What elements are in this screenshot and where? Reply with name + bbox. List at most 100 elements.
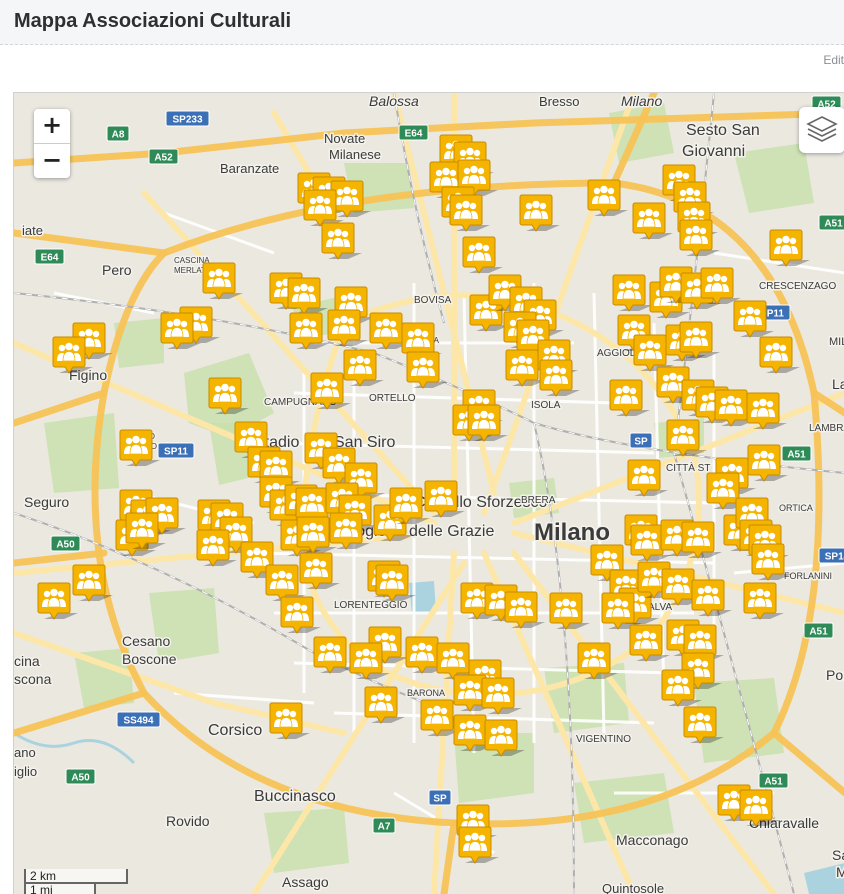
road-shield-label: A50	[71, 773, 90, 784]
road-shield-label: A7	[378, 822, 391, 833]
map-label: scona	[14, 671, 52, 687]
scale-imperial: 1 mi	[24, 882, 96, 894]
road-shield: E64	[398, 124, 429, 141]
road-shield-label: A51	[787, 450, 806, 461]
road-shield-label: E64	[41, 253, 59, 264]
map-label: BARONA	[407, 688, 445, 698]
map-label: Quintosole	[602, 881, 664, 894]
road-shield-label: SP233	[172, 115, 202, 126]
road-shield: A51	[781, 445, 812, 462]
map-label: VIGENTINO	[576, 734, 631, 745]
map-label: Cesano	[122, 633, 170, 649]
zoom-out-button[interactable]: −	[34, 144, 70, 178]
road-shield: A7	[372, 817, 396, 834]
map-label: MILA	[829, 336, 844, 348]
map-label: ORTICA	[779, 503, 813, 513]
map-label: ano	[14, 745, 36, 760]
association-marker[interactable]	[462, 236, 503, 274]
road-shield: SP	[629, 432, 653, 449]
association-marker[interactable]	[321, 222, 362, 260]
map-label: ISOLA	[531, 400, 561, 411]
map-label: LAMBRATE	[809, 423, 844, 434]
association-marker[interactable]	[280, 596, 321, 634]
map-label: FORLANINI	[784, 571, 832, 581]
road-shield: SP14	[818, 547, 844, 564]
road-shield: A51	[818, 214, 844, 231]
map-label: BOVISA	[414, 295, 452, 306]
association-marker[interactable]	[743, 582, 784, 620]
road-shield: SP233	[165, 110, 210, 127]
road-shield: A8	[106, 125, 130, 142]
map-label: Baranzate	[220, 161, 279, 176]
association-marker[interactable]	[37, 582, 78, 620]
page-title: Mappa Associazioni Culturali	[14, 10, 292, 32]
association-marker[interactable]	[746, 392, 787, 430]
map-label: iglio	[14, 764, 37, 779]
map-label: Ponte L	[826, 667, 844, 683]
road-shield-label: SP14	[825, 552, 844, 563]
association-marker[interactable]	[609, 379, 650, 417]
map-label: LORENTEGGIO	[334, 600, 408, 611]
road-shield: A51	[758, 772, 789, 789]
layers-button[interactable]	[799, 107, 844, 153]
map-label: CITTÀ ST	[666, 461, 710, 474]
map-label: iate	[22, 223, 43, 238]
road-shield: A52	[148, 148, 179, 165]
map-label: Milano	[621, 93, 662, 109]
road-shield: SS494	[116, 711, 161, 728]
map-canvas[interactable]: Balossa Bresso Milano Sesto San Giovanni Nova…	[14, 93, 844, 894]
road-shield: A50	[50, 535, 81, 552]
map-label: Seguro	[24, 494, 69, 510]
map-label: Bresso	[539, 94, 579, 109]
road-shield-label: SP	[634, 437, 648, 448]
road-shield-label: E64	[405, 129, 423, 140]
map-label: Boscone	[122, 651, 177, 667]
map-label: delle Grazie	[409, 523, 494, 540]
map-label: Corsico	[208, 722, 262, 739]
map-label: Sesto San	[686, 122, 760, 139]
map-label: CRESCENZAGO	[759, 281, 836, 292]
map-label: Mi	[836, 864, 844, 880]
road-shield: SP	[428, 789, 452, 806]
edit-link[interactable]: Edit	[823, 53, 844, 67]
zoom-in-button[interactable]: +	[34, 109, 70, 144]
scale-bar: 2 km 1 mi	[24, 869, 128, 894]
association-marker[interactable]	[504, 591, 545, 629]
road-shield-label: A50	[56, 540, 75, 551]
page-header: Mappa Associazioni Culturali	[0, 0, 844, 45]
road-shield: SP11	[157, 442, 195, 459]
map[interactable]: Balossa Bresso Milano Sesto San Giovanni Nova…	[13, 92, 844, 894]
road-shield: A51	[803, 622, 834, 639]
map-label: Macconago	[616, 832, 689, 848]
road-shield-label: A52	[154, 153, 173, 164]
association-marker[interactable]	[679, 219, 720, 257]
map-label: cina	[14, 653, 40, 669]
map-label: Balossa	[369, 93, 419, 109]
association-marker[interactable]	[759, 336, 800, 374]
map-label: Milano	[534, 519, 610, 546]
road-shield: E64	[34, 248, 65, 265]
map-label: Milanese	[329, 147, 381, 162]
road-shield-label: A51	[824, 219, 843, 230]
association-marker[interactable]	[299, 552, 340, 590]
road-shield-label: A8	[112, 130, 125, 141]
road-shield-label: SS494	[123, 716, 153, 727]
map-label: BRERA	[521, 495, 556, 506]
association-marker[interactable]	[739, 789, 780, 827]
map-label: Giovanni	[682, 143, 745, 160]
road-shield-label: SP	[433, 794, 447, 805]
map-label: Lav	[832, 376, 844, 392]
association-marker[interactable]	[519, 194, 560, 232]
map-label: Buccinasco	[254, 788, 336, 805]
association-marker[interactable]	[769, 229, 810, 267]
association-marker[interactable]	[751, 543, 792, 581]
association-marker[interactable]	[632, 202, 673, 240]
association-marker[interactable]	[612, 274, 653, 312]
layers-icon	[806, 116, 838, 142]
association-marker[interactable]	[458, 826, 499, 864]
association-marker[interactable]	[539, 359, 580, 397]
road-shield-label: SP11	[164, 447, 188, 458]
road-shield-label: A51	[809, 627, 828, 638]
association-marker[interactable]	[202, 262, 243, 300]
association-marker[interactable]	[549, 592, 590, 630]
